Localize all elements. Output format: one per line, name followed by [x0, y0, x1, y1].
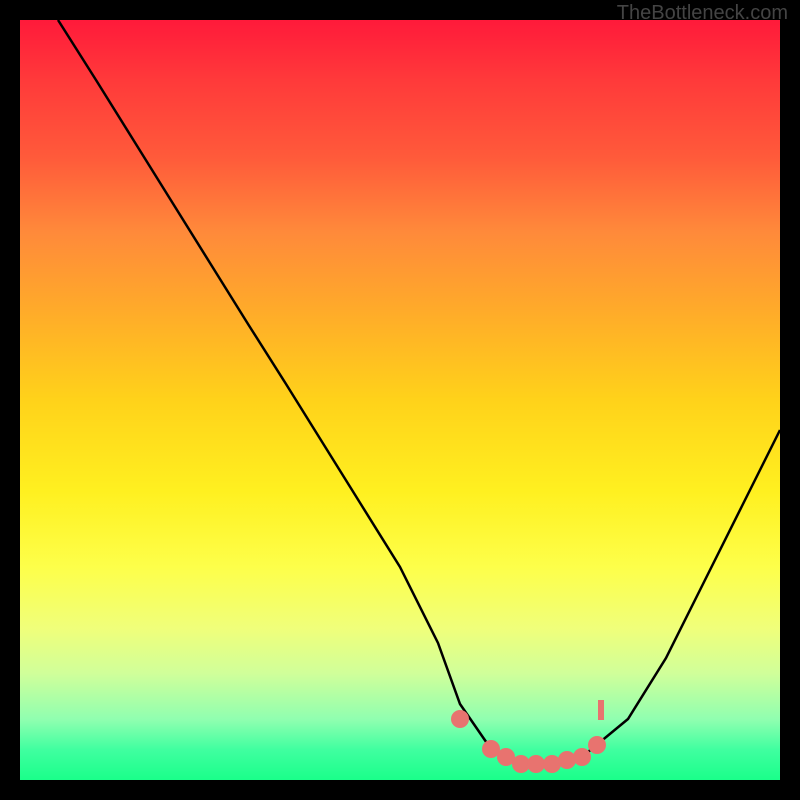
marker-dot	[527, 755, 545, 773]
plot-area	[20, 20, 780, 780]
marker-dot	[451, 710, 469, 728]
chart-container: TheBottleneck.com	[0, 0, 800, 800]
bottleneck-curve-line	[58, 20, 780, 764]
marker-dot	[558, 751, 576, 769]
marker-dot	[573, 748, 591, 766]
optimal-zone-markers	[451, 700, 606, 773]
marker-tick	[598, 700, 604, 720]
curve-svg	[20, 20, 780, 780]
marker-dot	[588, 736, 606, 754]
